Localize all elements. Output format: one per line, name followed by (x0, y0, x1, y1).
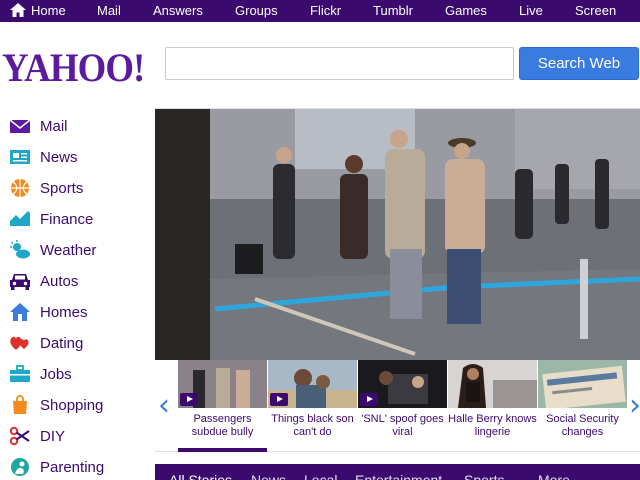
sidebar-item-jobs[interactable]: Jobs (9, 362, 149, 386)
sidebar-item-parenting[interactable]: Parenting (9, 455, 149, 479)
topnav-games[interactable]: Games (445, 0, 487, 22)
carousel-caption: Things black son can't do (271, 413, 354, 438)
tab-local[interactable]: Local (304, 472, 337, 480)
diy-icon (9, 426, 30, 446)
carousel-item[interactable]: Passengers subdue bully (178, 360, 267, 452)
carousel-item[interactable]: Things black son can't do (268, 360, 357, 452)
carousel-prev-button[interactable]: ‹ (158, 388, 170, 423)
carousel-item[interactable]: Halle Berry knows lingerie (448, 360, 537, 452)
mail-icon (9, 119, 31, 133)
thumbnail-image (448, 360, 537, 408)
sidebar-item-autos[interactable]: Autos (9, 269, 149, 293)
carousel-caption: Passengers subdue bully (191, 413, 254, 438)
airport-scene-image (155, 109, 640, 360)
sidebar-item-label: Autos (40, 272, 79, 290)
topnav-groups[interactable]: Groups (235, 0, 278, 22)
topnav-home-label: Home (31, 3, 66, 18)
sidebar-item-finance[interactable]: Finance (9, 207, 149, 231)
sidebar-item-label: DIY (40, 427, 66, 445)
carousel-caption: Social Security changes (546, 413, 619, 438)
sidebar-item-label: Dating (40, 334, 84, 352)
autos-icon (10, 274, 30, 290)
tab-more[interactable]: More (538, 472, 570, 480)
sidebar-item-mail[interactable]: Mail (9, 114, 149, 138)
sidebar-item-homes[interactable]: Homes (9, 300, 149, 324)
topnav-home[interactable]: Home (10, 0, 66, 22)
stories-tab-bar: All Stories News Local Entertainment Spo… (155, 464, 640, 480)
sidebar-item-weather[interactable]: Weather (9, 238, 149, 262)
carousel-caption: Halle Berry knows lingerie (448, 413, 537, 438)
news-icon (10, 150, 30, 164)
sidebar-item-label: Weather (40, 241, 97, 259)
search-web-button[interactable]: Search Web (519, 47, 639, 80)
home-icon (10, 3, 26, 17)
weather-icon (10, 240, 30, 259)
tab-all-stories[interactable]: All Stories (169, 472, 232, 480)
sidebar-item-label: Mail (40, 117, 68, 135)
sidebar-item-shopping[interactable]: Shopping (9, 393, 149, 417)
sidebar-item-label: Jobs (40, 365, 72, 383)
yahoo-logo[interactable]: YAHOO! (2, 44, 145, 91)
video-carousel: ‹ Passengers subdue bully Things black s… (155, 360, 640, 452)
topnav-mail[interactable]: Mail (97, 0, 121, 22)
tab-entertainment[interactable]: Entertainment (355, 472, 442, 480)
sidebar-item-dating[interactable]: Dating (9, 331, 149, 355)
sidebar-item-label: Parenting (40, 458, 105, 476)
video-play-icon (360, 393, 378, 406)
shopping-icon (13, 395, 27, 414)
topnav-live[interactable]: Live (519, 0, 543, 22)
sidebar-item-label: Shopping (40, 396, 104, 414)
dating-icon (10, 336, 29, 350)
topnav-answers[interactable]: Answers (153, 0, 203, 22)
sidebar-item-label: Sports (40, 179, 84, 197)
carousel-caption: 'SNL' spoof goes viral (361, 413, 444, 438)
video-play-icon (270, 393, 288, 406)
topnav-tumblr[interactable]: Tumblr (373, 0, 413, 22)
tab-news[interactable]: News (251, 472, 286, 480)
sidebar-item-label: Homes (40, 303, 88, 321)
video-play-icon (180, 393, 198, 406)
sidebar-item-news[interactable]: News (9, 145, 149, 169)
sports-icon (11, 179, 29, 197)
sidebar-item-label: News (40, 148, 78, 166)
top-nav-bar: Home Mail Answers Groups Flickr Tumblr G… (0, 0, 640, 22)
parenting-icon (11, 458, 29, 476)
sidebar-item-diy[interactable]: DIY (9, 424, 149, 448)
tab-sports[interactable]: Sports (464, 472, 504, 480)
finance-icon (10, 211, 30, 226)
topnav-flickr[interactable]: Flickr (310, 0, 341, 22)
homes-icon (10, 303, 30, 321)
jobs-icon (10, 365, 30, 382)
carousel-item[interactable]: 'SNL' spoof goes viral (358, 360, 447, 452)
carousel-next-button[interactable]: › (629, 388, 640, 423)
sidebar-item-label: Finance (40, 210, 94, 228)
search-input[interactable] (165, 47, 514, 80)
featured-video-image[interactable] (155, 108, 640, 360)
sidebar-item-sports[interactable]: Sports (9, 176, 149, 200)
carousel-item[interactable]: Social Security changes (538, 360, 627, 452)
topnav-screen[interactable]: Screen (575, 0, 616, 22)
thumbnail-image (538, 360, 627, 408)
